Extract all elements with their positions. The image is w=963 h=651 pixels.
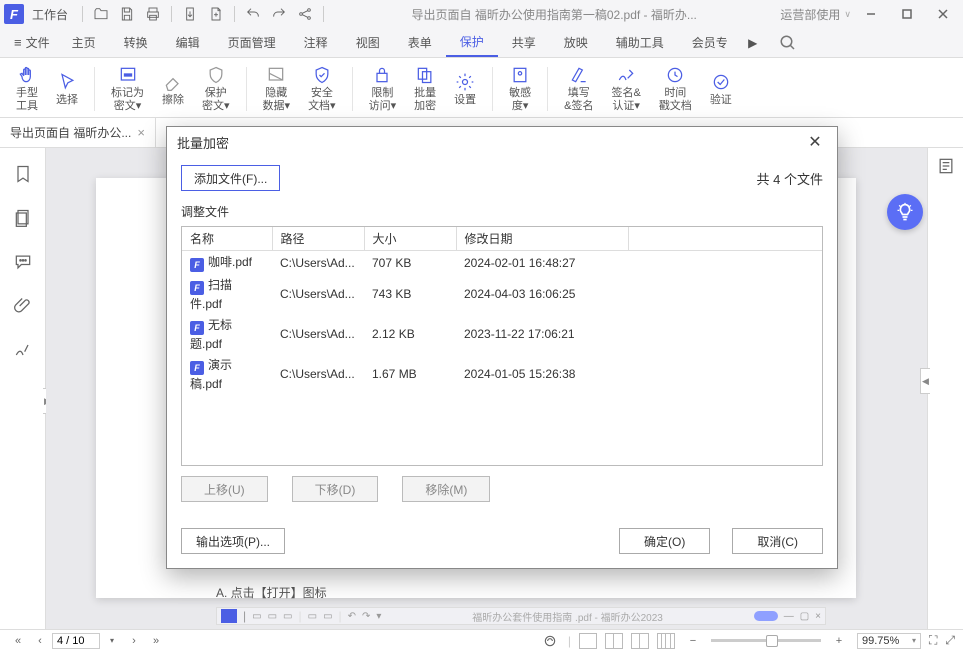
move-up-button[interactable]: 上移(U) [181, 476, 268, 502]
files-table[interactable]: 名称 路径 大小 修改日期 F咖啡.pdfC:\Users\Ad...707 K… [181, 226, 823, 466]
adjust-files-label: 调整文件 [181, 203, 823, 220]
col-path[interactable]: 路径 [272, 227, 364, 251]
dialog-title: 批量加密 [177, 133, 229, 152]
col-date[interactable]: 修改日期 [456, 227, 628, 251]
batch-encrypt-dialog: 批量加密 ✕ 添加文件(F)... 共 4 个文件 调整文件 名称 路径 [166, 126, 838, 569]
remove-button[interactable]: 移除(M) [402, 476, 490, 502]
cancel-button[interactable]: 取消(C) [732, 528, 823, 554]
table-row[interactable]: F咖啡.pdfC:\Users\Ad...707 KB2024-02-01 16… [182, 251, 822, 275]
modal-overlay: 批量加密 ✕ 添加文件(F)... 共 4 个文件 调整文件 名称 路径 [0, 0, 963, 651]
dialog-close-button[interactable]: ✕ [803, 130, 827, 154]
col-size[interactable]: 大小 [364, 227, 456, 251]
table-row[interactable]: F扫描件.pdfC:\Users\Ad...743 KB2024-04-03 1… [182, 274, 822, 314]
ok-button[interactable]: 确定(O) [619, 528, 710, 554]
add-files-button[interactable]: 添加文件(F)... [181, 165, 280, 191]
move-down-button[interactable]: 下移(D) [292, 476, 379, 502]
col-name[interactable]: 名称 [182, 227, 272, 251]
file-count-label: 共 4 个文件 [757, 169, 823, 188]
output-options-button[interactable]: 输出选项(P)... [181, 528, 285, 554]
table-row[interactable]: F演示稿.pdfC:\Users\Ad...1.67 MB2024-01-05 … [182, 354, 822, 394]
table-row[interactable]: F无标题.pdfC:\Users\Ad...2.12 KB2023-11-22 … [182, 314, 822, 354]
